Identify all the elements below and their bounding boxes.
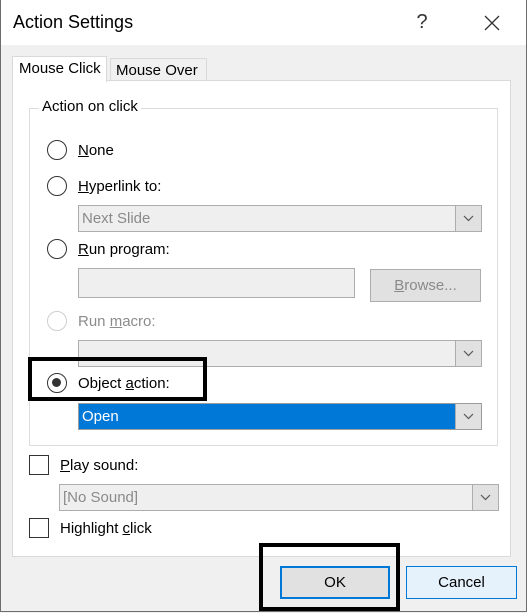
label-text: lick: [130, 520, 152, 537]
hyperlink-dropdown-button[interactable]: [455, 206, 481, 231]
radio-none[interactable]: [47, 140, 67, 160]
chevron-down-icon: [463, 215, 474, 222]
access-key: m: [109, 313, 123, 330]
access-key: a: [125, 375, 134, 392]
label-run-macro[interactable]: Run macro:: [78, 313, 156, 330]
access-key: N: [78, 142, 89, 159]
sound-value: [No Sound]: [63, 489, 139, 506]
access-key: B: [394, 277, 405, 294]
group-label: Action on click: [39, 98, 141, 115]
chevron-down-icon: [463, 413, 474, 420]
label-text: Run: [78, 313, 110, 330]
selection-highlight: [80, 405, 454, 428]
chevron-down-icon: [463, 350, 474, 357]
label-text: Object: [78, 375, 126, 392]
label-hyperlink[interactable]: Hyperlink to:: [78, 178, 161, 195]
label-text: acro:: [122, 313, 156, 330]
title-bar: Action Settings ?: [1, 0, 526, 45]
sound-dropdown[interactable]: [No Sound]: [59, 484, 499, 511]
play-sound-checkbox[interactable]: [29, 455, 49, 475]
label-highlight-click[interactable]: Highlight click: [60, 520, 152, 537]
label-run-program[interactable]: Run program:: [78, 241, 170, 258]
chevron-down-icon: [480, 494, 491, 501]
label-play-sound[interactable]: Play sound:: [60, 457, 138, 474]
radio-run-program[interactable]: [47, 239, 67, 259]
tab-mouse-click[interactable]: Mouse Click: [12, 56, 107, 82]
label-none[interactable]: None: [78, 142, 114, 159]
radio-hyperlink[interactable]: [47, 176, 67, 196]
close-button[interactable]: [473, 6, 509, 38]
label-text: un program:: [88, 241, 170, 258]
hyperlink-value: Next Slide: [82, 210, 151, 227]
label-object-action[interactable]: Object action:: [78, 375, 170, 392]
sound-dropdown-button[interactable]: [472, 485, 498, 510]
tab-mouse-over[interactable]: Mouse Over: [110, 58, 207, 82]
program-path-input[interactable]: [78, 268, 355, 298]
label-text: lay sound:: [70, 457, 139, 474]
ok-button[interactable]: OK: [280, 566, 390, 599]
label-text: rowse...: [404, 277, 457, 294]
radio-run-macro[interactable]: [47, 311, 67, 331]
close-icon: [484, 15, 500, 31]
dialog-title: Action Settings: [13, 12, 134, 32]
object-action-dropdown-button[interactable]: [455, 404, 481, 429]
hyperlink-dropdown[interactable]: Next Slide: [78, 205, 482, 232]
access-key: c: [122, 520, 131, 537]
cancel-button[interactable]: Cancel: [406, 566, 517, 599]
access-key: H: [78, 178, 89, 195]
object-action-dropdown[interactable]: Open: [78, 403, 482, 430]
help-button[interactable]: ?: [407, 6, 437, 38]
label-text: ction:: [133, 375, 170, 392]
macro-dropdown[interactable]: [78, 340, 482, 367]
label-text: yperlink to:: [88, 178, 162, 195]
highlight-click-checkbox[interactable]: [29, 518, 49, 538]
object-action-value: Open: [82, 408, 119, 425]
access-key: R: [78, 241, 89, 258]
macro-dropdown-button[interactable]: [455, 341, 481, 366]
browse-button[interactable]: Browse...: [370, 269, 481, 302]
label-text: Highlight: [60, 520, 123, 537]
action-settings-dialog: Action Settings ? Mouse Click Mouse Over…: [0, 0, 527, 612]
label-text: one: [88, 142, 114, 159]
radio-object-action[interactable]: [47, 373, 67, 393]
access-key: P: [60, 457, 71, 474]
